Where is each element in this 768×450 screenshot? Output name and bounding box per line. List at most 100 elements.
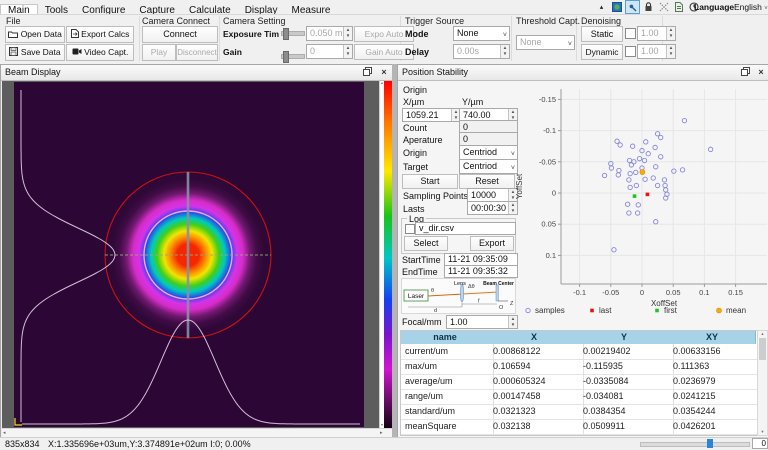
exposure-slider-handle[interactable] bbox=[283, 28, 289, 40]
samples-point bbox=[625, 202, 629, 206]
pin-icon[interactable] bbox=[625, 0, 640, 14]
gain-input[interactable]: 0 ▲▼ bbox=[306, 44, 353, 59]
legend-label-mean: mean bbox=[726, 306, 746, 315]
beam-panel-header[interactable]: Beam Display × bbox=[1, 65, 393, 81]
first-point bbox=[633, 194, 637, 198]
video-camera-icon bbox=[72, 48, 82, 55]
origin-select[interactable]: Centriod ˅ bbox=[459, 145, 518, 160]
table-header-X[interactable]: X bbox=[489, 331, 580, 344]
export-calcs-button[interactable]: Export Calcs bbox=[66, 26, 134, 43]
samples-point bbox=[617, 168, 621, 172]
threshold-select[interactable]: None ˅ bbox=[516, 35, 575, 50]
image-size-status: 835x834 bbox=[5, 439, 40, 450]
aperture-label: Aperature bbox=[403, 135, 443, 146]
float-panel-icon[interactable] bbox=[363, 67, 373, 77]
fit-window-icon[interactable] bbox=[657, 1, 670, 13]
table-cell: standard/um bbox=[401, 404, 494, 420]
export-button[interactable]: Export bbox=[470, 236, 514, 251]
focal-input[interactable]: 1.00 ▲▼ bbox=[446, 315, 518, 329]
trigger-delay-input[interactable]: 0.00s ▲▼ bbox=[453, 44, 510, 59]
dynamic-denoise-spinner[interactable]: ▲▼ bbox=[666, 45, 675, 58]
close-panel-icon[interactable]: × bbox=[756, 67, 766, 77]
svg-text:θ: θ bbox=[431, 288, 434, 294]
samples-point bbox=[609, 166, 613, 170]
language-select[interactable]: English ˅ bbox=[734, 2, 768, 12]
svg-text:Δθ: Δθ bbox=[468, 284, 475, 290]
table-header-Y[interactable]: Y bbox=[579, 331, 670, 344]
reset-button[interactable]: Reset bbox=[459, 174, 515, 189]
origin-section-label: Origin bbox=[403, 85, 427, 96]
start-button[interactable]: Start bbox=[402, 174, 458, 189]
exposure-input[interactable]: 0.050 ms ▲▼ bbox=[306, 26, 353, 41]
titlebar-icons: ▴ bbox=[595, 1, 700, 13]
connect-button[interactable]: Connect bbox=[142, 26, 218, 43]
select-button[interactable]: Select bbox=[404, 236, 448, 251]
exposure-slider[interactable] bbox=[281, 31, 305, 36]
samples-point bbox=[655, 132, 659, 136]
exposure-spinner[interactable]: ▲▼ bbox=[343, 27, 352, 40]
scroll-right-icon[interactable]: ▸ bbox=[380, 430, 383, 436]
static-denoise-button[interactable]: Static bbox=[581, 26, 623, 42]
log-file-field[interactable]: v_dir.csv bbox=[415, 222, 516, 235]
samples-point bbox=[630, 144, 634, 148]
legend-label-samples: samples bbox=[535, 306, 565, 315]
svg-text:d: d bbox=[434, 308, 437, 314]
collapse-ribbon-icon[interactable]: ▴ bbox=[595, 1, 608, 13]
float-panel-icon[interactable] bbox=[741, 67, 751, 77]
table-cell: -0.115935 bbox=[579, 359, 674, 375]
lock-icon[interactable] bbox=[642, 1, 655, 13]
gain-slider-handle[interactable] bbox=[283, 51, 289, 63]
open-data-button[interactable]: Open Data bbox=[5, 26, 65, 43]
mean-point bbox=[640, 170, 645, 175]
beam-display-panel: Beam Display × ▲ ▼ ◂ ▸ bbox=[0, 64, 394, 439]
static-denoise-checkbox[interactable] bbox=[625, 28, 636, 39]
table-header-name[interactable]: name bbox=[401, 331, 490, 344]
table-vertical-scrollbar[interactable]: ▲ ▼ bbox=[757, 330, 768, 436]
static-denoise-input[interactable]: 1.00 ▲▼ bbox=[637, 26, 676, 41]
log-file-checkbox[interactable] bbox=[405, 224, 415, 234]
samples-point bbox=[637, 156, 641, 160]
endtime-field[interactable]: 11-21 09:35:32 bbox=[444, 265, 518, 278]
lasts-input[interactable]: 00:00:30 ▲▼ bbox=[467, 201, 518, 215]
play-button[interactable]: Play bbox=[142, 44, 176, 61]
static-denoise-spinner[interactable]: ▲▼ bbox=[666, 27, 675, 40]
display-theme-icon[interactable] bbox=[610, 1, 623, 13]
sampling-points-input[interactable]: 10000 ▲▼ bbox=[467, 188, 518, 202]
trigger-mode-select[interactable]: None ˅ bbox=[453, 26, 510, 41]
save-icon bbox=[9, 47, 18, 56]
disconnect-button[interactable]: Disconnect bbox=[176, 44, 218, 61]
endtime-label: EndTime bbox=[402, 267, 438, 278]
trigger-delay-spinner[interactable]: ▲▼ bbox=[500, 45, 509, 58]
close-panel-icon[interactable]: × bbox=[379, 67, 389, 77]
gain-spinner[interactable]: ▲▼ bbox=[343, 45, 352, 58]
y-profile-curve bbox=[21, 90, 115, 422]
table-cell: meanSquare bbox=[401, 419, 494, 435]
origin-x-input[interactable]: 1059.21 ▲▼ bbox=[402, 108, 461, 122]
beam-image[interactable] bbox=[14, 82, 364, 427]
zoom-slider[interactable] bbox=[640, 442, 750, 447]
samples-point bbox=[616, 173, 620, 177]
table-header-XY[interactable]: XY bbox=[669, 331, 756, 344]
zoom-slider-handle[interactable] bbox=[707, 439, 713, 448]
stability-panel-header[interactable]: Position Stability × bbox=[398, 65, 768, 81]
dynamic-denoise-button[interactable]: Dynamic bbox=[581, 44, 623, 60]
samples-point bbox=[636, 203, 640, 207]
folder-icon bbox=[8, 30, 18, 38]
zoom-value-box: 0 bbox=[752, 438, 768, 449]
video-capture-button[interactable]: Video Capt. bbox=[66, 44, 134, 61]
report-file-icon[interactable] bbox=[672, 1, 685, 13]
table-cell: 0.0384354 bbox=[579, 404, 674, 420]
svg-text:Laser: Laser bbox=[408, 293, 425, 300]
target-select[interactable]: Centriod ˅ bbox=[459, 159, 518, 174]
export-icon bbox=[71, 29, 79, 38]
samples-point bbox=[654, 165, 658, 169]
svg-text:f: f bbox=[478, 299, 480, 305]
dynamic-denoise-checkbox[interactable] bbox=[625, 46, 636, 57]
table-cell: 0.00147458 bbox=[489, 389, 584, 405]
gain-slider[interactable] bbox=[281, 54, 305, 59]
save-data-button[interactable]: Save Data bbox=[5, 44, 65, 61]
position-stability-panel: Position Stability × Origin X/µm Y/µm 10… bbox=[397, 64, 768, 439]
scroll-left-icon[interactable]: ◂ bbox=[3, 430, 6, 436]
legend-marker-last bbox=[590, 309, 594, 313]
dynamic-denoise-input[interactable]: 1.00 ▲▼ bbox=[637, 44, 676, 59]
